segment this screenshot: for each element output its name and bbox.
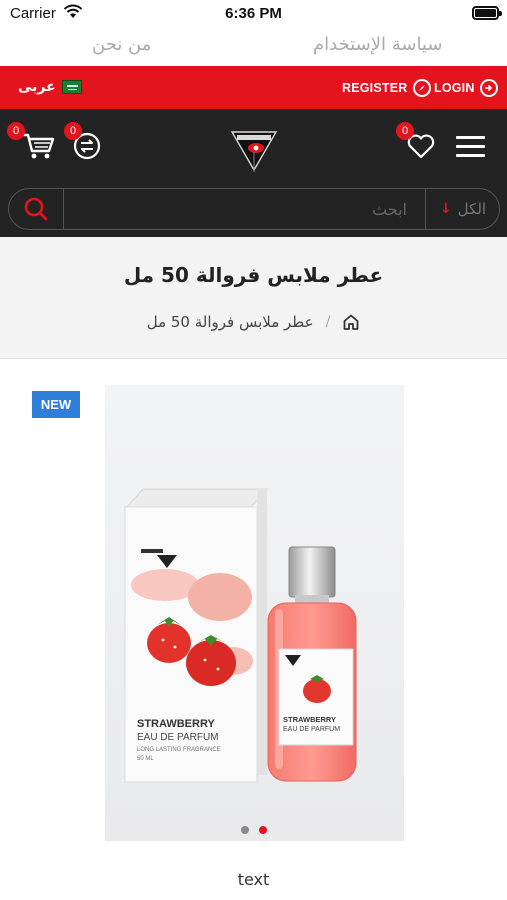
login-label: LOGIN xyxy=(434,81,475,95)
privacy-policy-link[interactable]: سياسة الإستخدام xyxy=(313,34,442,55)
battery-icon xyxy=(472,6,502,20)
top-links: من نحن سياسة الإستخدام xyxy=(0,30,507,64)
breadcrumb: عطر ملابس فروالة 50 مل / xyxy=(0,313,507,331)
saudi-flag-icon xyxy=(61,80,82,94)
menu-icon[interactable] xyxy=(456,136,485,158)
box-title: STRAWBERRY xyxy=(137,718,215,730)
breadcrumb-separator: / xyxy=(325,314,331,330)
brand-logo[interactable] xyxy=(230,128,278,172)
category-label: الكل xyxy=(457,200,487,218)
register-link[interactable]: REGISTER xyxy=(342,79,431,97)
wishlist-button[interactable]: 0 xyxy=(396,122,436,161)
product-image[interactable]: STRAWBERRY EAU DE PARFUM LONG LASTING FR… xyxy=(105,385,404,841)
box-volume: 50 ML xyxy=(137,756,154,762)
home-icon[interactable] xyxy=(342,313,360,331)
product-text: text xyxy=(237,870,270,889)
compare-count-badge: 0 xyxy=(64,122,82,140)
language-switch[interactable]: عربى xyxy=(18,79,82,95)
box-subtitle: EAU DE PARFUM xyxy=(137,732,219,743)
search-icon xyxy=(24,197,48,221)
category-select[interactable]: ↓ الكل xyxy=(425,189,500,229)
compass-icon xyxy=(412,79,431,97)
new-badge: NEW xyxy=(32,391,80,418)
box-tagline: LONG LASTING FRAGRANCE xyxy=(137,747,221,753)
main-header: 0 0 0 ↓ الكل xyxy=(0,109,507,237)
search-button[interactable] xyxy=(9,189,64,229)
sign-in-icon xyxy=(479,79,498,97)
arrow-down-icon: ↓ xyxy=(439,201,452,217)
account-bar: عربى REGISTER LOGIN xyxy=(0,66,507,109)
status-bar: Carrier 6:36 PM xyxy=(0,0,507,28)
cart-icon xyxy=(22,133,55,159)
about-us-link[interactable]: من نحن xyxy=(92,34,151,55)
product-photo: STRAWBERRY EAU DE PARFUM LONG LASTING FR… xyxy=(105,385,404,841)
login-link[interactable]: LOGIN xyxy=(434,79,498,97)
carousel-dot-2[interactable] xyxy=(258,826,267,834)
carousel-dots xyxy=(0,826,507,834)
carousel-dot-1[interactable] xyxy=(240,826,249,834)
wishlist-count-badge: 0 xyxy=(396,122,414,140)
language-label: عربى xyxy=(18,79,56,95)
page-title: عطر ملابس فروالة 50 مل xyxy=(123,263,384,287)
breadcrumb-current: عطر ملابس فروالة 50 مل xyxy=(146,313,314,331)
search-bar: ↓ الكل xyxy=(8,188,500,230)
bottle-subtitle: EAU DE PARFUM xyxy=(283,726,340,733)
compare-button[interactable]: 0 xyxy=(64,122,102,161)
cart-button[interactable]: 0 xyxy=(7,122,56,161)
cart-count-badge: 0 xyxy=(7,122,25,140)
register-label: REGISTER xyxy=(342,81,408,95)
bottle-title: STRAWBERRY xyxy=(283,715,336,724)
search-input[interactable] xyxy=(67,189,425,229)
page-header: عطر ملابس فروالة 50 مل عطر ملابس فروالة … xyxy=(0,237,507,359)
aqua-logo-icon xyxy=(230,131,278,172)
clock: 6:36 PM xyxy=(225,5,282,22)
